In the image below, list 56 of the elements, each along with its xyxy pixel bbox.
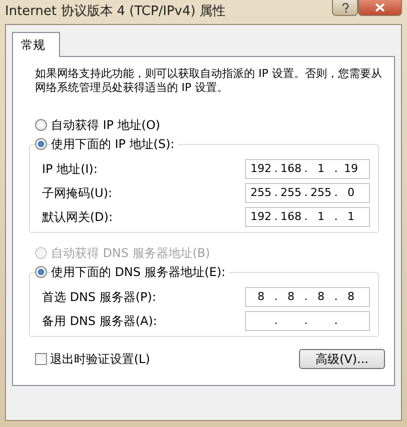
ip-octet: 192 — [250, 160, 272, 177]
field-label: 子网掩码(U): — [42, 185, 114, 202]
ip-dot: . — [334, 288, 338, 305]
ip-dot: . — [304, 184, 308, 201]
radio-label: 自动获得 IP 地址(O) — [51, 116, 160, 134]
tab[interactable]: 常规 — [12, 32, 60, 57]
field-label: 默认网关(D): — [42, 209, 114, 226]
ip-octet: 0 — [346, 184, 356, 201]
field-label: 首选 DNS 服务器(P): — [42, 289, 158, 306]
ip-octet: 1 — [316, 208, 326, 225]
ip-octet: 255 — [280, 184, 302, 201]
checkbox-label: 退出时验证设置(L) — [50, 351, 150, 368]
advanced-button[interactable]: 高级(V)... — [299, 349, 385, 369]
close-icon — [375, 3, 385, 12]
ip-address-field[interactable]: 192 . 168 . 1 . 1 — [245, 207, 370, 227]
radio-button[interactable] — [35, 138, 47, 150]
radio-button[interactable] — [35, 266, 47, 278]
radio-label: 自动获得 DNS 服务器地址(B) — [51, 244, 210, 262]
ip-address-field[interactable]: 192 . 168 . 1 . 19 — [245, 159, 370, 179]
ip-dot: . — [334, 160, 338, 177]
ip-octet: 168 — [280, 208, 302, 225]
ip-dot: . — [274, 312, 278, 329]
close-button[interactable] — [358, 0, 402, 16]
ip-address-field[interactable]: 255 . 255 . 255 . 0 — [245, 183, 370, 203]
radio-button[interactable] — [35, 118, 47, 130]
ip-octet: 255 — [310, 184, 332, 201]
field-label: 备用 DNS 服务器(A): — [42, 313, 158, 330]
ip-octet: 8 — [316, 288, 326, 305]
ip-address-field[interactable]: 8 . 8 . 8 . 8 — [245, 287, 370, 307]
ip-octet: 1 — [346, 208, 356, 225]
checkbox[interactable] — [35, 353, 47, 365]
ip-octet: 19 — [343, 160, 359, 177]
ip-dot: . — [334, 312, 338, 329]
ip-octet: 1 — [316, 160, 326, 177]
ip-octet: 8 — [346, 288, 356, 305]
description-text: 如果网络支持此功能，则可以获取自动指派的 IP 设置。否则，您需要从网络系统管理员处获得适当的 IP 设置。 — [35, 67, 383, 95]
ip-octet: 168 — [280, 160, 302, 177]
ip-dot: . — [334, 184, 338, 201]
help-button[interactable] — [332, 0, 358, 16]
ip-octet: 192 — [250, 208, 272, 225]
ip-dot: . — [304, 208, 308, 225]
ip-dot: . — [334, 208, 338, 225]
field-label: IP 地址(I): — [42, 161, 99, 178]
ip-octet: 8 — [256, 288, 266, 305]
ip-dot: . — [274, 208, 278, 225]
ip-address-field[interactable]: . . . — [245, 311, 370, 331]
ip-dot: . — [274, 184, 278, 201]
help-icon — [342, 2, 348, 12]
window-title: Internet 协议版本 4 (TCP/IPv4) 属性 — [5, 3, 227, 21]
ip-dot: . — [304, 160, 308, 177]
ip-dot: . — [304, 312, 308, 329]
ip-octet: 255 — [250, 184, 272, 201]
ip-octet: 8 — [286, 288, 296, 305]
ip-dot: . — [274, 160, 278, 177]
ip-dot: . — [304, 288, 308, 305]
ip-dot: . — [274, 288, 278, 305]
